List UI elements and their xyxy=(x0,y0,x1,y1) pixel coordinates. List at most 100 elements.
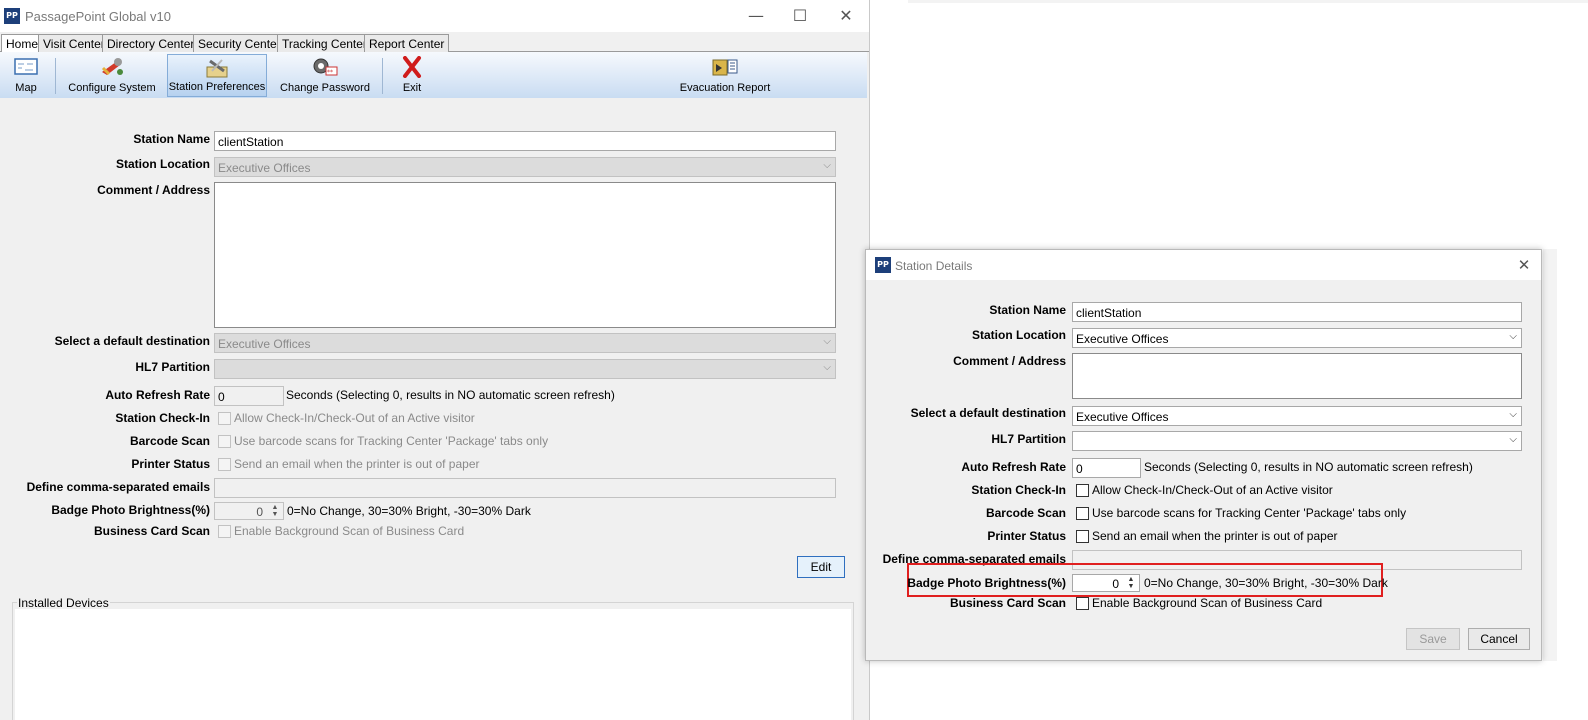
app-logo-icon: PP xyxy=(875,257,891,273)
spinner-arrows-icon[interactable]: ▲ ▼ xyxy=(1125,576,1137,590)
station-location-select[interactable]: Executive Offices ⌵ xyxy=(1072,328,1522,348)
badge-brightness-label: Badge Photo Brightness(%) xyxy=(51,503,210,517)
printer-status-hint: Send an email when the printer is out of… xyxy=(1092,529,1338,543)
dropdown-arrow-icon: ⌵ xyxy=(1509,331,1517,342)
dropdown-arrow-icon: ⌵ xyxy=(1509,434,1517,445)
business-card-label: Business Card Scan xyxy=(949,596,1066,610)
business-card-hint: Enable Background Scan of Business Card xyxy=(1092,596,1323,610)
close-icon[interactable]: ✕ xyxy=(1513,254,1535,276)
evacuation-report-button[interactable]: Evacuation Report xyxy=(678,54,772,97)
printer-status-checkbox[interactable] xyxy=(218,458,231,471)
exit-label: Exit xyxy=(402,82,422,94)
exit-button[interactable]: Exit xyxy=(392,54,432,97)
configure-system-icon xyxy=(101,58,123,76)
toolbar-separator xyxy=(382,58,383,94)
auto-refresh-field[interactable]: 0 xyxy=(1072,458,1141,478)
default-destination-select[interactable]: Executive Offices ⌵ xyxy=(1072,406,1522,426)
save-button[interactable]: Save xyxy=(1406,628,1460,650)
comment-address-textarea[interactable] xyxy=(1072,353,1522,399)
auto-refresh-hint: Seconds (Selecting 0, results in NO auto… xyxy=(286,388,615,402)
exit-icon xyxy=(403,56,421,78)
home-toolbar: Map Configure System Station Preferences xyxy=(0,52,867,98)
toolbar-separator xyxy=(55,58,56,94)
close-button[interactable]: ✕ xyxy=(826,4,866,28)
barcode-scan-label: Barcode Scan xyxy=(985,506,1066,520)
badge-brightness-label: Badge Photo Brightness(%) xyxy=(907,576,1066,590)
station-preferences-icon xyxy=(206,59,228,78)
map-icon xyxy=(14,58,38,75)
business-card-checkbox[interactable] xyxy=(1076,597,1089,610)
station-checkin-label: Station Check-In xyxy=(971,483,1066,497)
business-card-label: Business Card Scan xyxy=(93,524,210,538)
edit-button[interactable]: Edit xyxy=(797,556,845,578)
dialog-title: Station Details xyxy=(895,259,973,273)
station-name-label: Station Name xyxy=(989,303,1066,317)
main-title-bar: PP PassagePoint Global v10 — ☐ ✕ xyxy=(0,0,869,32)
tab-security-center[interactable]: Security Center xyxy=(193,34,286,52)
default-destination-label: Select a default destination xyxy=(54,334,210,348)
hl7-partition-label: HL7 Partition xyxy=(135,360,210,374)
barcode-scan-label: Barcode Scan xyxy=(129,434,210,448)
station-checkin-checkbox[interactable] xyxy=(1076,484,1089,497)
station-name-label: Station Name xyxy=(133,132,210,146)
business-card-checkbox[interactable] xyxy=(218,525,231,538)
comment-address-textarea[interactable] xyxy=(214,182,836,328)
installed-devices-list[interactable] xyxy=(15,609,851,720)
auto-refresh-label: Auto Refresh Rate xyxy=(961,460,1066,474)
minimize-button[interactable]: — xyxy=(736,4,776,28)
comment-address-label: Comment / Address xyxy=(97,183,210,197)
tab-home[interactable]: Home xyxy=(1,34,44,53)
auto-refresh-field[interactable]: 0 xyxy=(214,386,284,406)
hl7-partition-select[interactable]: ⌵ xyxy=(214,359,836,379)
printer-status-label: Printer Status xyxy=(987,529,1066,543)
map-button[interactable]: Map xyxy=(6,54,46,97)
badge-brightness-value: 0 xyxy=(1112,577,1119,591)
badge-brightness-spinner[interactable]: 0 ▲ ▼ xyxy=(214,502,284,520)
station-checkin-checkbox[interactable] xyxy=(218,412,231,425)
installed-devices-group: Installed Devices xyxy=(12,596,854,720)
tab-visit-center[interactable]: Visit Center xyxy=(38,34,110,52)
printer-status-hint: Send an email when the printer is out of… xyxy=(234,457,480,471)
auto-refresh-hint: Seconds (Selecting 0, results in NO auto… xyxy=(1144,460,1473,474)
spinner-arrows-icon[interactable]: ▲ ▼ xyxy=(269,504,281,518)
badge-brightness-hint: 0=No Change, 30=30% Bright, -30=30% Dark xyxy=(1144,576,1388,590)
hl7-partition-label: HL7 Partition xyxy=(991,432,1066,446)
barcode-scan-hint: Use barcode scans for Tracking Center 'P… xyxy=(1092,506,1407,520)
emails-label: Define comma-separated emails xyxy=(26,480,210,494)
tab-directory-center[interactable]: Directory Center xyxy=(102,34,200,52)
station-location-value: Executive Offices xyxy=(1076,332,1169,346)
hl7-partition-select[interactable]: ⌵ xyxy=(1072,431,1522,451)
emails-field[interactable] xyxy=(214,478,836,498)
evacuation-report-label: Evacuation Report xyxy=(679,82,771,94)
barcode-scan-checkbox[interactable] xyxy=(1076,507,1089,520)
badge-brightness-hint: 0=No Change, 30=30% Bright, -30=30% Dark xyxy=(287,504,531,518)
dropdown-arrow-icon: ⌵ xyxy=(823,160,831,171)
change-password-label: Change Password xyxy=(280,82,370,94)
change-password-button[interactable]: ** Change Password xyxy=(276,54,374,97)
barcode-scan-checkbox[interactable] xyxy=(218,435,231,448)
printer-status-label: Printer Status xyxy=(131,457,210,471)
comment-address-label: Comment / Address xyxy=(953,354,1066,368)
tab-tracking-center[interactable]: Tracking Center xyxy=(277,34,372,52)
background-window-edge xyxy=(908,0,1588,3)
station-preferences-label: Station Preferences xyxy=(168,81,266,93)
business-card-hint: Enable Background Scan of Business Card xyxy=(234,524,465,538)
dialog-title-bar: PP Station Details ✕ xyxy=(866,250,1541,280)
badge-brightness-spinner[interactable]: 0 ▲ ▼ xyxy=(1072,574,1140,592)
station-name-field[interactable]: clientStation xyxy=(1072,302,1522,322)
dropdown-arrow-icon: ⌵ xyxy=(1509,409,1517,420)
barcode-scan-hint: Use barcode scans for Tracking Center 'P… xyxy=(234,434,549,448)
default-destination-select[interactable]: Executive Offices ⌵ xyxy=(214,333,836,353)
station-preferences-button[interactable]: Station Preferences xyxy=(167,54,267,97)
configure-system-button[interactable]: Configure System xyxy=(64,54,160,97)
maximize-button[interactable]: ☐ xyxy=(780,4,820,28)
tab-report-center[interactable]: Report Center xyxy=(364,34,450,52)
auto-refresh-label: Auto Refresh Rate xyxy=(105,388,210,402)
printer-status-checkbox[interactable] xyxy=(1076,530,1089,543)
station-location-value: Executive Offices xyxy=(218,161,311,175)
station-location-label: Station Location xyxy=(116,157,210,171)
window-title: PassagePoint Global v10 xyxy=(25,9,171,24)
cancel-button[interactable]: Cancel xyxy=(1468,628,1530,650)
station-location-select[interactable]: Executive Offices ⌵ xyxy=(214,157,836,177)
station-name-field[interactable]: clientStation xyxy=(214,131,836,151)
